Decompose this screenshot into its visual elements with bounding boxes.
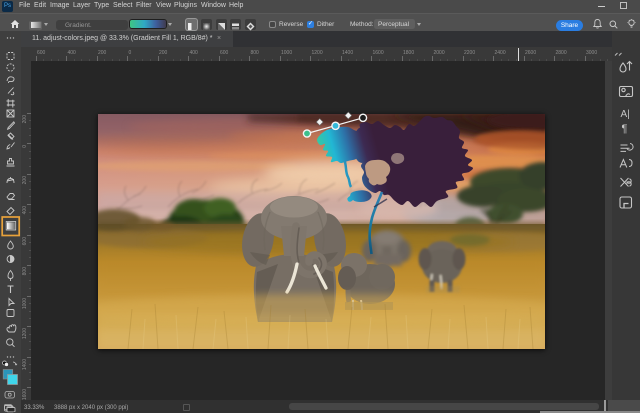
svg-text:A|: A| [621,109,630,120]
svg-text:¶: ¶ [622,123,628,135]
